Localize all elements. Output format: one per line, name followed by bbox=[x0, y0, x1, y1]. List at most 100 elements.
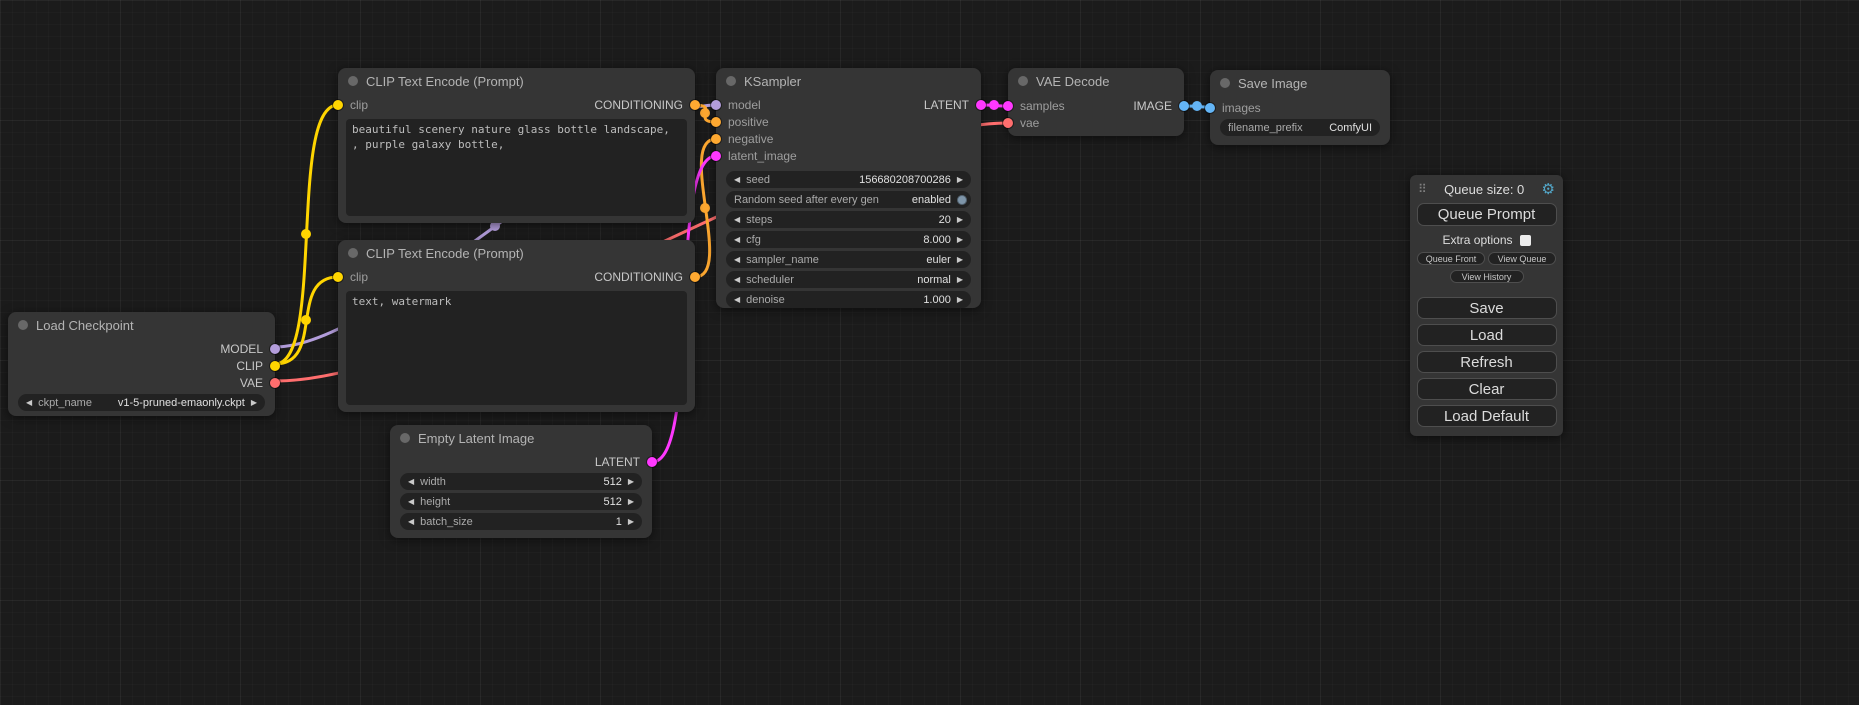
positive-prompt-textarea[interactable]: beautiful scenery nature glass bottle la… bbox=[346, 119, 687, 216]
cfg-widget[interactable]: ◀ cfg 8.000 ▶ bbox=[726, 231, 971, 248]
random-seed-toggle[interactable]: Random seed after every gen enabled bbox=[726, 191, 971, 208]
view-queue-button[interactable]: View Queue bbox=[1488, 252, 1556, 265]
node-header[interactable]: VAE Decode bbox=[1008, 68, 1184, 94]
slot-label: MODEL bbox=[220, 342, 263, 356]
node-title: KSampler bbox=[744, 74, 801, 89]
node-vae-decode[interactable]: VAE Decode samples IMAGE vae bbox=[1008, 68, 1184, 136]
collapse-dot-icon[interactable] bbox=[1220, 78, 1230, 88]
node-ksampler[interactable]: KSampler model LATENT positive negative … bbox=[716, 68, 981, 308]
model-output-port[interactable] bbox=[270, 344, 280, 354]
scheduler-widget[interactable]: ◀ scheduler normal ▶ bbox=[726, 271, 971, 288]
arrow-right-icon[interactable]: ▶ bbox=[957, 236, 963, 244]
node-header[interactable]: Load Checkpoint bbox=[8, 312, 275, 338]
node-empty-latent-image[interactable]: Empty Latent Image LATENT ◀ width 512 ▶ … bbox=[390, 425, 652, 538]
widget-value: 1.000 bbox=[791, 294, 951, 306]
arrow-left-icon[interactable]: ◀ bbox=[408, 478, 414, 486]
collapse-dot-icon[interactable] bbox=[726, 76, 736, 86]
node-title: CLIP Text Encode (Prompt) bbox=[366, 246, 524, 261]
arrow-right-icon[interactable]: ▶ bbox=[251, 399, 257, 407]
height-widget[interactable]: ◀ height 512 ▶ bbox=[400, 493, 642, 510]
extra-options-row: Extra options bbox=[1416, 233, 1557, 247]
queue-front-button[interactable]: Queue Front bbox=[1417, 252, 1485, 265]
arrow-left-icon[interactable]: ◀ bbox=[734, 176, 740, 184]
samples-input-port[interactable] bbox=[1003, 101, 1013, 111]
arrow-left-icon[interactable]: ◀ bbox=[408, 518, 414, 526]
graph-canvas[interactable]: { "colors": { "model": "#B39DDB", "clip"… bbox=[0, 0, 1859, 705]
arrow-right-icon[interactable]: ▶ bbox=[628, 498, 634, 506]
node-clip-text-encode-positive[interactable]: CLIP Text Encode (Prompt) clip CONDITION… bbox=[338, 68, 695, 223]
clip-input-port[interactable] bbox=[333, 100, 343, 110]
settings-gear-icon[interactable]: ⚙ bbox=[1542, 182, 1555, 197]
arrow-right-icon[interactable]: ▶ bbox=[957, 296, 963, 304]
load-button[interactable]: Load bbox=[1417, 324, 1557, 346]
seed-widget[interactable]: ◀ seed 156680208700286 ▶ bbox=[726, 171, 971, 188]
latent-image-input-port[interactable] bbox=[711, 151, 721, 161]
arrow-left-icon[interactable]: ◀ bbox=[734, 296, 740, 304]
clear-button[interactable]: Clear bbox=[1417, 378, 1557, 400]
collapse-dot-icon[interactable] bbox=[1018, 76, 1028, 86]
arrow-right-icon[interactable]: ▶ bbox=[957, 176, 963, 184]
positive-input-port[interactable] bbox=[711, 117, 721, 127]
vae-input-port[interactable] bbox=[1003, 118, 1013, 128]
images-input-port[interactable] bbox=[1205, 103, 1215, 113]
node-header[interactable]: KSampler bbox=[716, 68, 981, 94]
input-slot-negative: negative bbox=[716, 130, 981, 147]
queue-prompt-button[interactable]: Queue Prompt bbox=[1417, 203, 1557, 226]
width-widget[interactable]: ◀ width 512 ▶ bbox=[400, 473, 642, 490]
image-output-port[interactable] bbox=[1179, 101, 1189, 111]
denoise-widget[interactable]: ◀ denoise 1.000 ▶ bbox=[726, 291, 971, 308]
conditioning-output-port[interactable] bbox=[690, 272, 700, 282]
node-header[interactable]: CLIP Text Encode (Prompt) bbox=[338, 240, 695, 266]
arrow-left-icon[interactable]: ◀ bbox=[734, 256, 740, 264]
steps-widget[interactable]: ◀ steps 20 ▶ bbox=[726, 211, 971, 228]
collapse-dot-icon[interactable] bbox=[348, 248, 358, 258]
input-slot-vae: vae bbox=[1008, 114, 1184, 131]
extra-options-checkbox[interactable] bbox=[1520, 235, 1531, 246]
save-button[interactable]: Save bbox=[1417, 297, 1557, 319]
widget-value: 8.000 bbox=[767, 234, 951, 246]
negative-prompt-textarea[interactable]: text, watermark bbox=[346, 291, 687, 405]
arrow-left-icon[interactable]: ◀ bbox=[734, 236, 740, 244]
arrow-right-icon[interactable]: ▶ bbox=[957, 276, 963, 284]
arrow-left-icon[interactable]: ◀ bbox=[26, 399, 32, 407]
link-midpoint-dot bbox=[1192, 101, 1202, 111]
vae-output-port[interactable] bbox=[270, 378, 280, 388]
arrow-left-icon[interactable]: ◀ bbox=[408, 498, 414, 506]
clip-output-port[interactable] bbox=[270, 361, 280, 371]
ckpt-name-widget[interactable]: ◀ ckpt_name v1-5-pruned-emaonly.ckpt ▶ bbox=[18, 394, 265, 411]
toggle-knob[interactable] bbox=[957, 195, 967, 205]
arrow-right-icon[interactable]: ▶ bbox=[957, 216, 963, 224]
widget-label: denoise bbox=[746, 294, 785, 306]
arrow-left-icon[interactable]: ◀ bbox=[734, 216, 740, 224]
batch-size-widget[interactable]: ◀ batch_size 1 ▶ bbox=[400, 513, 642, 530]
negative-input-port[interactable] bbox=[711, 134, 721, 144]
link-midpoint-dot bbox=[700, 203, 710, 213]
collapse-dot-icon[interactable] bbox=[18, 320, 28, 330]
model-input-port[interactable] bbox=[711, 100, 721, 110]
filename-prefix-widget[interactable]: filename_prefix ComfyUI bbox=[1220, 119, 1380, 136]
collapse-dot-icon[interactable] bbox=[348, 76, 358, 86]
refresh-button[interactable]: Refresh bbox=[1417, 351, 1557, 373]
arrow-right-icon[interactable]: ▶ bbox=[628, 518, 634, 526]
sampler-name-widget[interactable]: ◀ sampler_name euler ▶ bbox=[726, 251, 971, 268]
widget-value: enabled bbox=[885, 194, 951, 206]
node-header[interactable]: Empty Latent Image bbox=[390, 425, 652, 451]
drag-handle-icon[interactable]: ⠿ bbox=[1418, 182, 1427, 196]
collapse-dot-icon[interactable] bbox=[400, 433, 410, 443]
node-header[interactable]: Save Image bbox=[1210, 70, 1390, 96]
node-save-image[interactable]: Save Image images filename_prefix ComfyU… bbox=[1210, 70, 1390, 145]
latent-output-port[interactable] bbox=[976, 100, 986, 110]
load-default-button[interactable]: Load Default bbox=[1417, 405, 1557, 427]
node-header[interactable]: CLIP Text Encode (Prompt) bbox=[338, 68, 695, 94]
clip-input-port[interactable] bbox=[333, 272, 343, 282]
view-history-button[interactable]: View History bbox=[1450, 270, 1524, 283]
node-load-checkpoint[interactable]: Load Checkpoint MODEL CLIP VAE ◀ ckpt_na… bbox=[8, 312, 275, 416]
latent-output-port[interactable] bbox=[647, 457, 657, 467]
node-clip-text-encode-negative[interactable]: CLIP Text Encode (Prompt) clip CONDITION… bbox=[338, 240, 695, 412]
arrow-left-icon[interactable]: ◀ bbox=[734, 276, 740, 284]
widget-value: 156680208700286 bbox=[776, 174, 951, 186]
widget-label: ckpt_name bbox=[38, 397, 92, 409]
arrow-right-icon[interactable]: ▶ bbox=[628, 478, 634, 486]
arrow-right-icon[interactable]: ▶ bbox=[957, 256, 963, 264]
conditioning-output-port[interactable] bbox=[690, 100, 700, 110]
